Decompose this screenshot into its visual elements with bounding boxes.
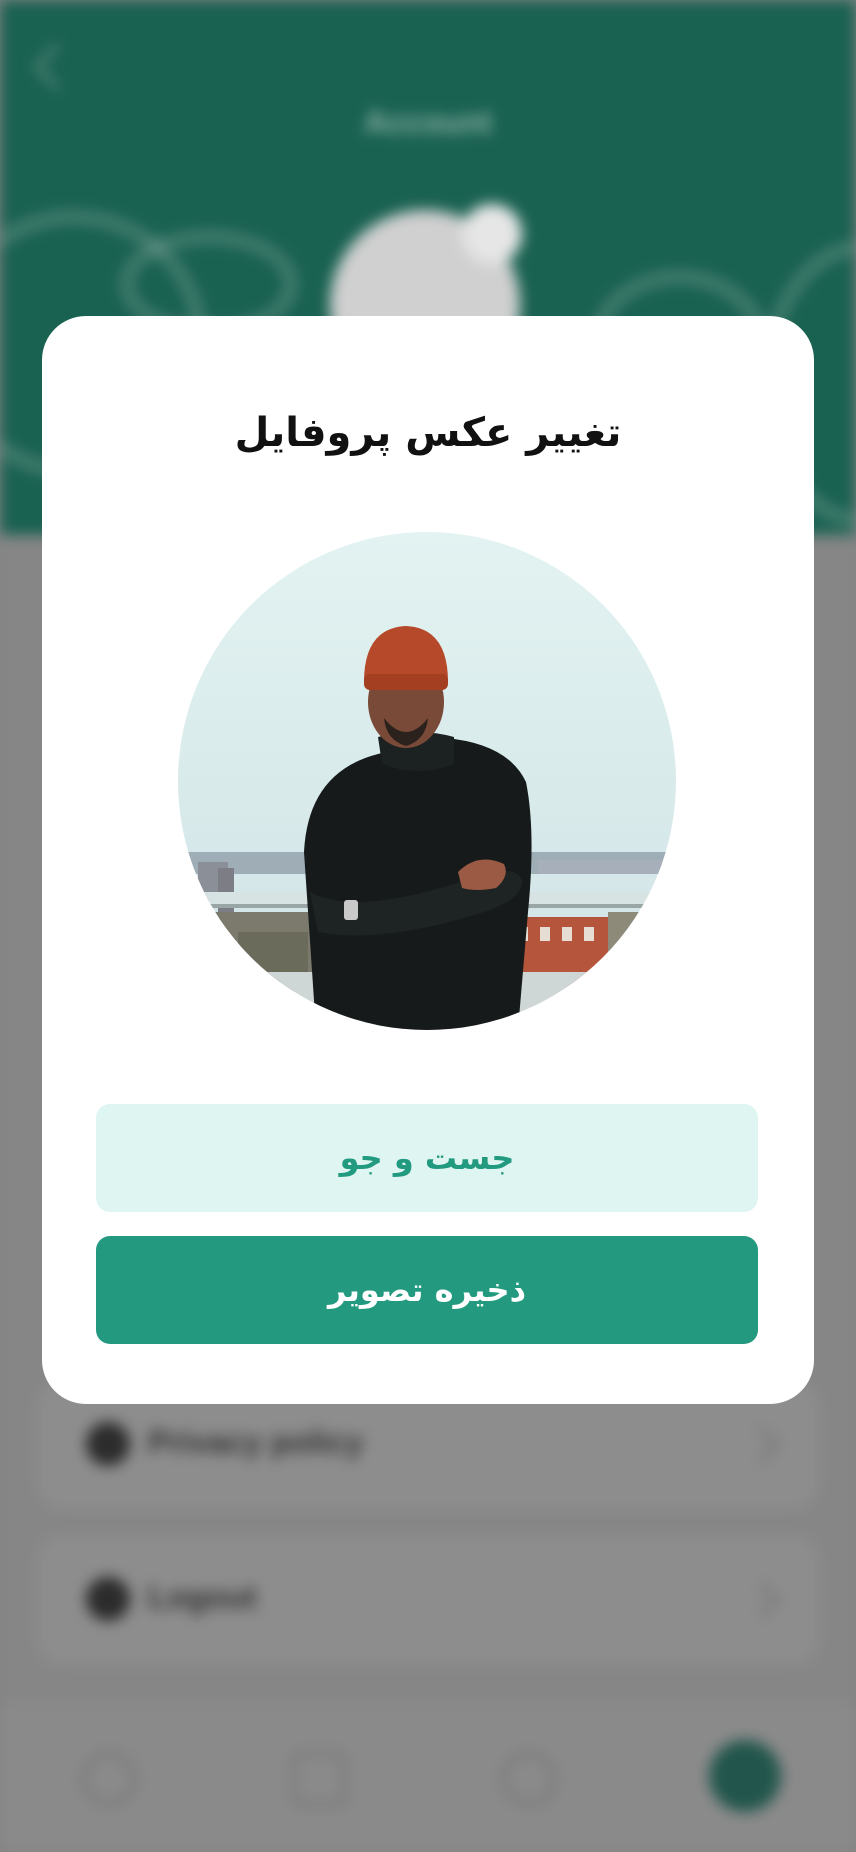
dialog-title: تغییر عکس پروفایل (234, 410, 622, 456)
change-profile-photo-dialog: تغییر عکس پروفایل جست و جو ذخیره تصویر (42, 316, 814, 1404)
save-photo-button[interactable]: ذخیره تصویر (96, 1236, 758, 1344)
profile-photo-preview (178, 532, 676, 1030)
profile-photo-image (178, 532, 676, 1030)
search-photo-button[interactable]: جست و جو (96, 1104, 758, 1212)
